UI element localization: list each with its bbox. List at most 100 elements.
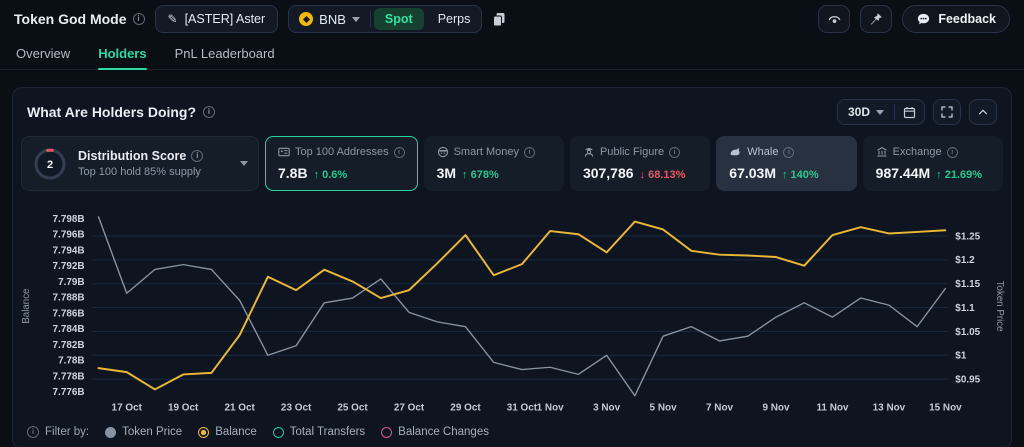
fullscreen-button[interactable] bbox=[933, 99, 961, 125]
stat-card-whale[interactable]: Whale 67.03M ↑ 140% bbox=[716, 136, 856, 191]
info-icon[interactable] bbox=[203, 106, 215, 118]
svg-text:29 Oct: 29 Oct bbox=[450, 402, 481, 413]
distribution-score-gauge: 2 bbox=[32, 146, 68, 182]
svg-text:13 Nov: 13 Nov bbox=[873, 402, 906, 413]
svg-text:9 Nov: 9 Nov bbox=[762, 402, 790, 413]
stat-label: Exchange bbox=[893, 146, 942, 158]
svg-text:7 Nov: 7 Nov bbox=[706, 402, 734, 413]
svg-text:21 Oct: 21 Oct bbox=[224, 402, 255, 413]
app-title: Token God Mode bbox=[14, 11, 127, 27]
smart-money-icon bbox=[437, 146, 449, 158]
stat-card-top-100-addresses[interactable]: Top 100 Addresses 7.8B ↑ 0.6% bbox=[265, 136, 418, 191]
svg-text:17 Oct: 17 Oct bbox=[112, 402, 143, 413]
info-icon[interactable] bbox=[27, 426, 39, 438]
info-icon[interactable] bbox=[191, 150, 203, 162]
panel-title-group: What Are Holders Doing? bbox=[27, 104, 215, 120]
balance-swatch bbox=[198, 427, 209, 438]
legend-label: Balance bbox=[215, 426, 257, 438]
stat-change: ↑ 140% bbox=[782, 169, 819, 181]
svg-text:$1.25: $1.25 bbox=[955, 231, 980, 242]
feedback-label: Feedback bbox=[938, 12, 996, 26]
svg-text:$1.1: $1.1 bbox=[955, 303, 975, 314]
svg-text:7.79B: 7.79B bbox=[58, 277, 85, 288]
stat-value: 7.8B bbox=[278, 165, 308, 181]
svg-text:1 Nov: 1 Nov bbox=[537, 402, 565, 413]
svg-text:7.782B: 7.782B bbox=[53, 340, 85, 351]
range-dropdown[interactable]: 30D bbox=[838, 105, 894, 119]
chain-market-group: BNB Spot Perps bbox=[288, 5, 482, 33]
stat-value: 3M bbox=[437, 165, 456, 181]
stat-change: ↓ 68.13% bbox=[640, 169, 686, 181]
svg-text:11 Nov: 11 Nov bbox=[816, 402, 849, 413]
eye-icon bbox=[827, 12, 842, 26]
svg-text:$1.05: $1.05 bbox=[955, 327, 980, 338]
svg-text:5 Nov: 5 Nov bbox=[650, 402, 678, 413]
chevron-down-icon bbox=[240, 161, 248, 166]
copy-address-button[interactable] bbox=[492, 12, 506, 27]
chain-select[interactable]: BNB bbox=[289, 12, 370, 27]
calendar-button[interactable] bbox=[895, 106, 924, 119]
legend-token-price[interactable]: Token Price bbox=[105, 426, 182, 438]
bank-icon bbox=[876, 146, 888, 158]
token-price-swatch bbox=[105, 427, 116, 438]
chevron-down-icon bbox=[352, 17, 360, 22]
stat-change: ↑ 21.69% bbox=[936, 169, 982, 181]
filter-label-group: Filter by: bbox=[27, 426, 89, 438]
public-figure-icon bbox=[583, 146, 595, 158]
copy-icon bbox=[492, 12, 506, 27]
tab-holders[interactable]: Holders bbox=[98, 38, 146, 69]
stat-card-exchange[interactable]: Exchange 987.44M ↑ 21.69% bbox=[863, 136, 1003, 191]
distribution-score-card[interactable]: 2 Distribution Score Top 100 hold 85% su… bbox=[21, 136, 259, 191]
distribution-subtitle: Top 100 hold 85% supply bbox=[78, 166, 230, 178]
legend-label: Balance Changes bbox=[398, 426, 489, 438]
whale-icon bbox=[729, 146, 742, 158]
legend-total-transfers[interactable]: Total Transfers bbox=[273, 426, 365, 438]
stat-value: 67.03M bbox=[729, 165, 776, 181]
svg-text:7.792B: 7.792B bbox=[53, 261, 85, 272]
divider bbox=[370, 11, 371, 27]
stat-label: Whale bbox=[747, 146, 778, 158]
svg-text:$1.15: $1.15 bbox=[955, 279, 980, 290]
spot-tab[interactable]: Spot bbox=[374, 8, 424, 30]
pin-icon bbox=[869, 12, 883, 26]
feedback-button[interactable]: Feedback bbox=[902, 5, 1010, 33]
info-icon[interactable] bbox=[947, 147, 958, 158]
svg-text:7.794B: 7.794B bbox=[53, 245, 85, 256]
filter-row: Filter by: Token Price Balance Total Tra… bbox=[13, 421, 1011, 438]
svg-text:7.784B: 7.784B bbox=[53, 324, 85, 335]
stat-card-public-figure[interactable]: Public Figure 307,786 ↓ 68.13% bbox=[570, 136, 710, 191]
legend-balance[interactable]: Balance bbox=[198, 426, 257, 438]
panel-title: What Are Holders Doing? bbox=[27, 104, 196, 120]
info-icon[interactable] bbox=[783, 147, 794, 158]
stat-card-smart-money[interactable]: Smart Money 3M ↑ 678% bbox=[424, 136, 564, 191]
stat-change: ↑ 678% bbox=[462, 169, 499, 181]
id-card-icon bbox=[278, 146, 290, 158]
svg-text:19 Oct: 19 Oct bbox=[168, 402, 199, 413]
info-icon[interactable] bbox=[133, 13, 145, 25]
token-select-button[interactable]: ✎ [ASTER] Aster bbox=[155, 5, 279, 33]
svg-text:23 Oct: 23 Oct bbox=[281, 402, 312, 413]
perps-tab[interactable]: Perps bbox=[427, 12, 482, 26]
svg-text:$1.2: $1.2 bbox=[955, 255, 975, 266]
info-icon[interactable] bbox=[394, 147, 405, 158]
chat-bubble-icon bbox=[916, 12, 931, 27]
holders-chart[interactable]: 7.798B7.796B7.794B7.792B7.79B7.788B7.786… bbox=[13, 199, 1011, 421]
watch-button[interactable] bbox=[818, 5, 850, 33]
line-chart-svg[interactable]: 7.798B7.796B7.794B7.792B7.79B7.788B7.786… bbox=[15, 199, 1009, 421]
range-value: 30D bbox=[848, 105, 870, 119]
top-bar: Token God Mode ✎ [ASTER] Aster BNB Spot … bbox=[0, 0, 1024, 38]
svg-text:$0.95: $0.95 bbox=[955, 375, 980, 386]
stat-label: Smart Money bbox=[454, 146, 519, 158]
tab-pnl-leaderboard[interactable]: PnL Leaderboard bbox=[175, 38, 275, 69]
nav-tabs: Overview Holders PnL Leaderboard bbox=[0, 38, 1024, 70]
legend-balance-changes[interactable]: Balance Changes bbox=[381, 426, 489, 438]
collapse-button[interactable] bbox=[969, 99, 997, 125]
filter-label: Filter by: bbox=[45, 426, 89, 438]
info-icon[interactable] bbox=[669, 147, 680, 158]
svg-text:7.798B: 7.798B bbox=[53, 214, 85, 225]
stat-value: 307,786 bbox=[583, 165, 634, 181]
info-icon[interactable] bbox=[524, 147, 535, 158]
tab-overview[interactable]: Overview bbox=[16, 38, 70, 69]
pin-button[interactable] bbox=[860, 5, 892, 33]
calendar-icon bbox=[903, 106, 916, 119]
